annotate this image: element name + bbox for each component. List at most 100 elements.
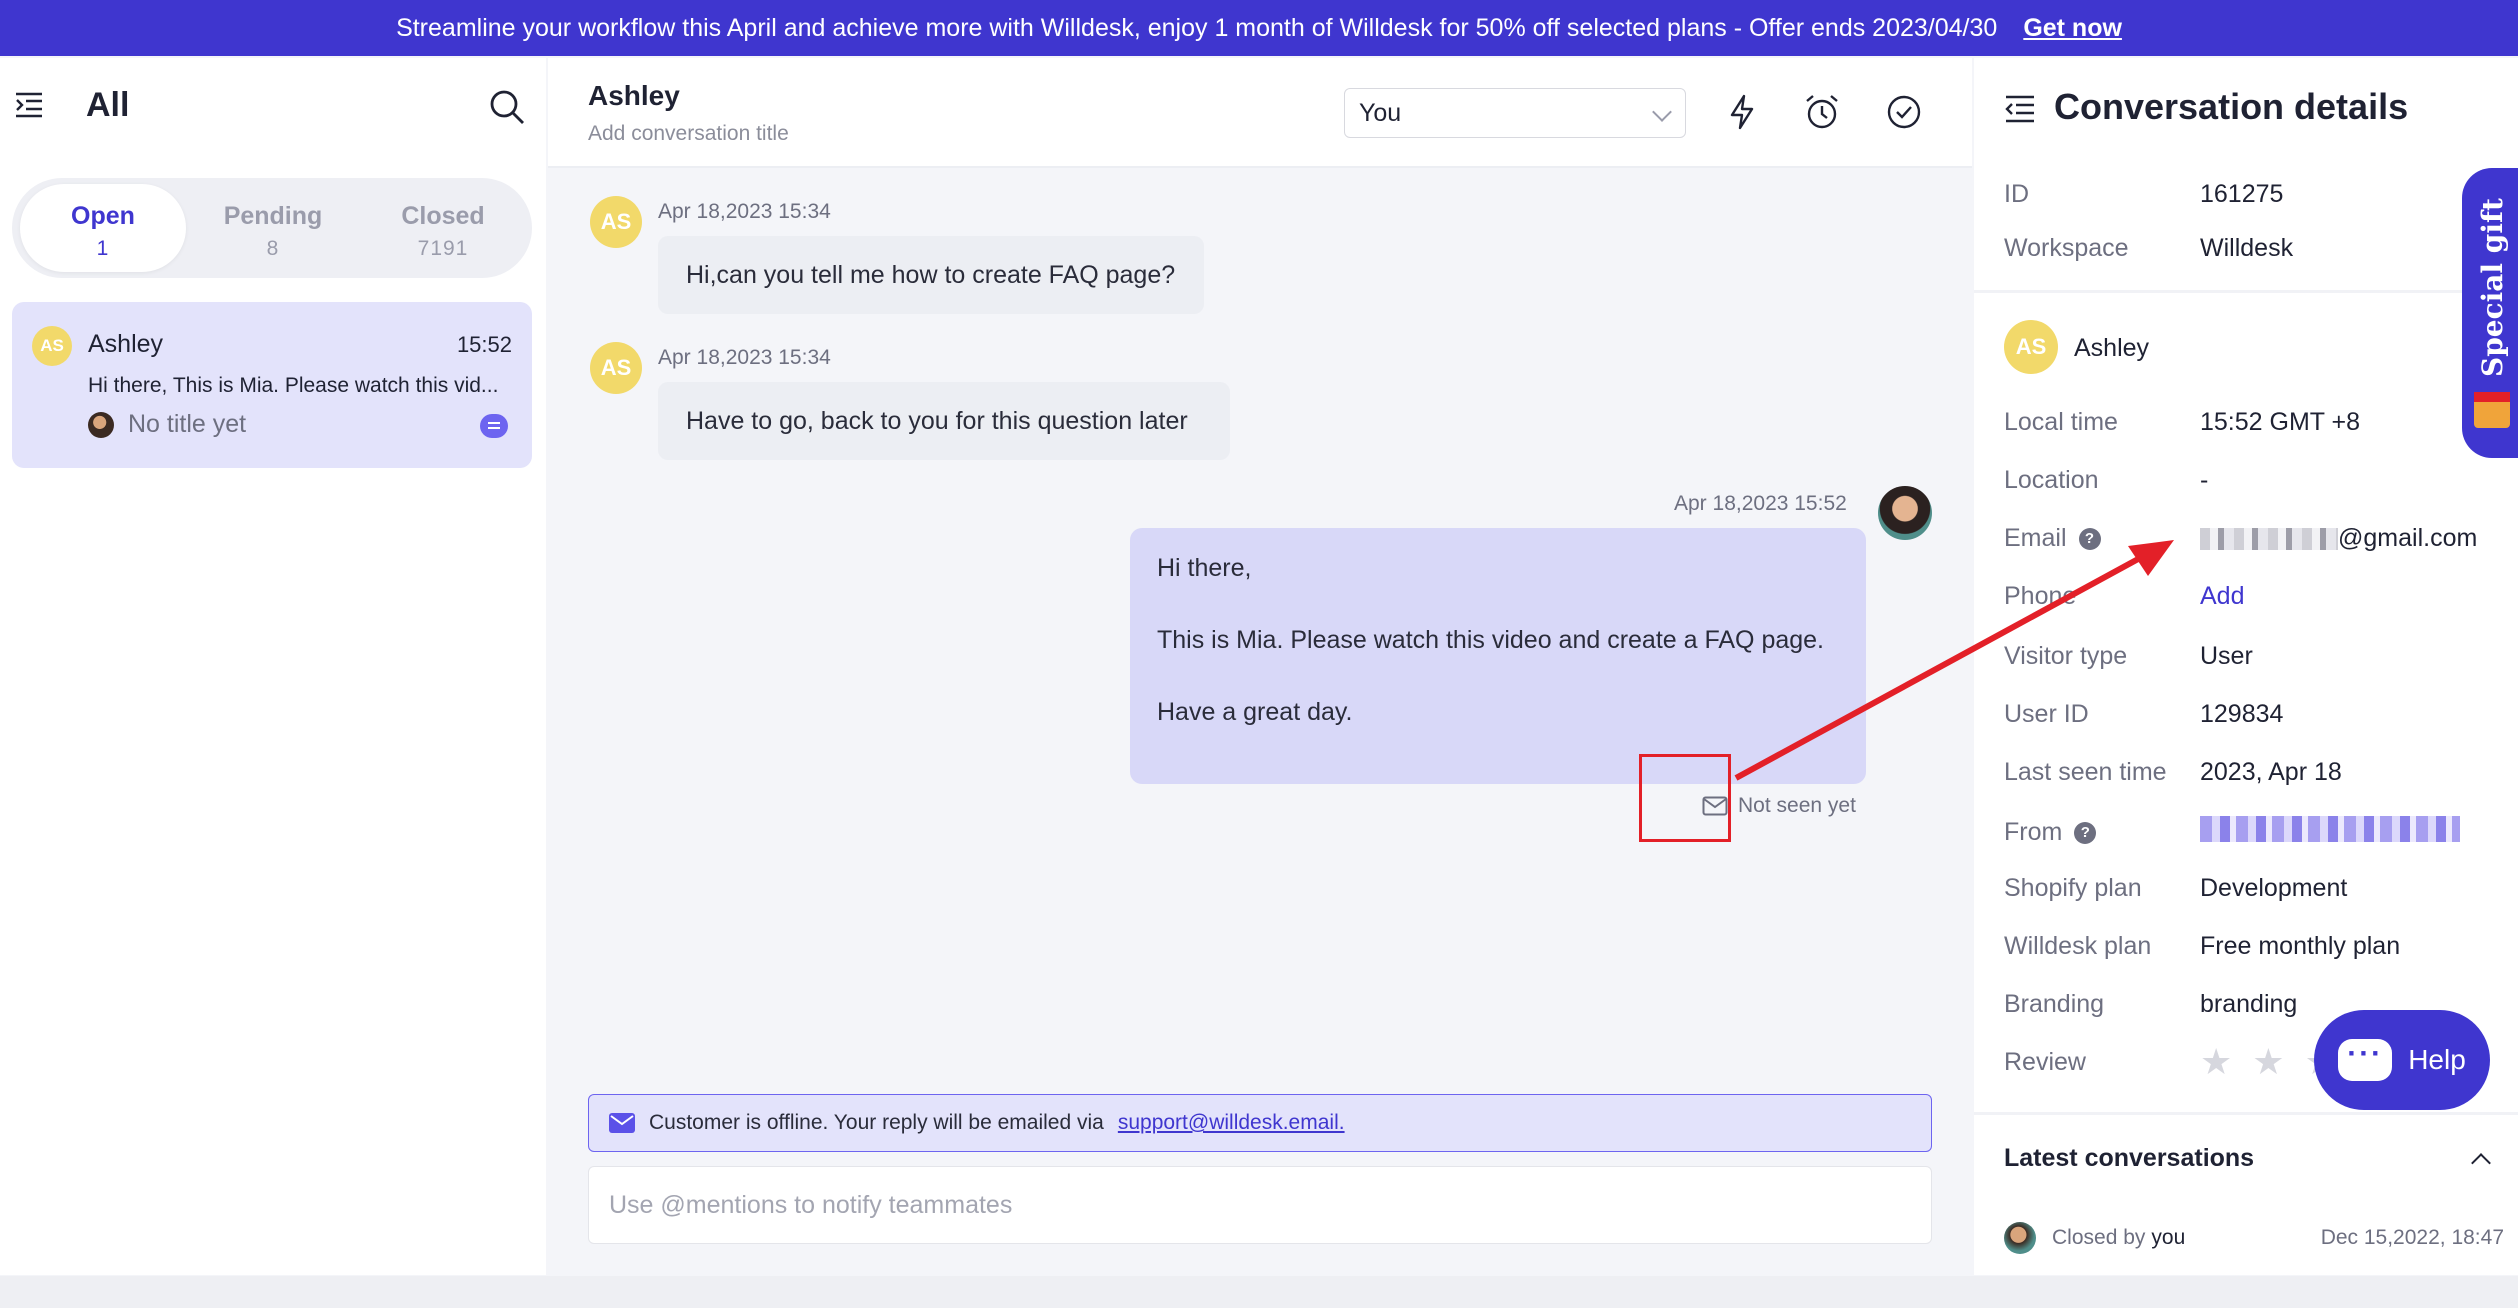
message-timestamp: Apr 18,2023 15:34 (658, 200, 831, 223)
help-button[interactable]: Help (2314, 1010, 2490, 1110)
chat-channel-icon (480, 414, 508, 438)
detail-email: Email? @gmail.com (2004, 524, 2477, 553)
detail-value: @gmail.com (2200, 524, 2477, 553)
add-phone-link[interactable]: Add (2200, 582, 2244, 611)
status-text: Not seen yet (1738, 794, 1856, 817)
tab-pending[interactable]: Pending 8 (190, 184, 356, 272)
help-label: Help (2408, 1044, 2466, 1075)
email-label: Email (2004, 524, 2067, 552)
detail-workspace: Workspace Willdesk (2004, 234, 2293, 263)
message-bubble: Have to go, back to you for this questio… (658, 382, 1230, 460)
message-bubble: Hi,can you tell me how to create FAQ pag… (658, 236, 1204, 314)
promo-banner: Streamline your workflow this April and … (0, 0, 2518, 56)
detail-label: Local time (2004, 408, 2118, 436)
detail-value: Willdesk (2200, 234, 2294, 262)
reply-input[interactable]: Use @mentions to notify teammates (588, 1166, 1932, 1244)
detail-value: 129834 (2200, 700, 2284, 728)
envelope-icon (609, 1113, 635, 1133)
detail-willdesk-plan: Willdesk plan Free monthly plan (2004, 932, 2400, 961)
search-icon[interactable] (488, 88, 526, 126)
redacted-email (2200, 528, 2338, 551)
user-name: Ashley (2074, 334, 2150, 362)
detail-value: 161275 (2200, 180, 2284, 208)
detail-shopify-plan: Shopify plan Development (2004, 874, 2347, 903)
gift-icon (2474, 391, 2510, 428)
detail-value: 2023, Apr 18 (2200, 758, 2342, 786)
detail-phone: Phone Add (2004, 582, 2244, 611)
chevron-up-icon[interactable] (2471, 1153, 2491, 1173)
tab-label: Open (71, 202, 135, 230)
chat-panel: Ashley Add conversation title You AS Apr… (548, 58, 1972, 1275)
closed-by: you (2151, 1226, 2186, 1249)
tab-closed[interactable]: Closed 7191 (360, 184, 526, 272)
detail-label: Location (2004, 466, 2099, 494)
chevron-down-icon (1652, 102, 1672, 122)
detail-local-time: Local time 15:52 GMT +8 (2004, 408, 2360, 437)
bottom-strip (0, 1276, 2518, 1308)
assignee-select[interactable]: You (1344, 88, 1686, 138)
special-gift-label: Special gift (2475, 198, 2509, 378)
detail-label: Workspace (2004, 234, 2129, 262)
chat-header: Ashley Add conversation title You (548, 58, 1972, 168)
get-now-link[interactable]: Get now (2023, 14, 2122, 43)
lightning-icon[interactable] (1722, 92, 1762, 132)
detail-visitor-type: Visitor type User (2004, 642, 2253, 671)
help-icon[interactable]: ? (2078, 527, 2101, 550)
help-icon[interactable]: ? (2074, 821, 2097, 844)
contact-name: Ashley (588, 80, 680, 111)
resolve-check-icon[interactable] (1884, 92, 1924, 132)
special-gift-tab[interactable]: Special gift (2462, 168, 2518, 458)
tab-label: Closed (401, 202, 485, 230)
detail-value (2200, 816, 2460, 849)
tab-count: 7191 (417, 237, 469, 260)
detail-label: From? (2004, 816, 2200, 849)
tab-count: 1 (96, 237, 110, 260)
latest-conversation-item[interactable]: Closed by you Dec 15,2022, 18:47 (2004, 1222, 2504, 1254)
promo-text: Streamline your workflow this April and … (396, 13, 1998, 42)
conversation-title-input[interactable]: Add conversation title (588, 122, 789, 146)
detail-label: ID (2004, 180, 2029, 208)
email-domain: @gmail.com (2338, 524, 2478, 552)
agent-avatar (1878, 486, 1932, 540)
conversation-name: Ashley (88, 330, 164, 358)
divider (1974, 290, 2518, 293)
detail-from: From? (2004, 816, 2460, 849)
detail-label: Shopify plan (2004, 874, 2142, 902)
detail-value: Free monthly plan (2200, 932, 2401, 960)
detail-label: Review (2004, 1048, 2086, 1076)
assignee-value: You (1359, 99, 1402, 127)
alarm-clock-icon[interactable] (1802, 92, 1842, 132)
detail-value: Development (2200, 874, 2348, 902)
star-icon[interactable]: ★ (2200, 1044, 2232, 1080)
offline-text: Customer is offline. Your reply will be … (649, 1111, 1104, 1134)
tab-count: 8 (266, 237, 280, 260)
inbox-title: All (86, 86, 130, 124)
offline-notice: Customer is offline. Your reply will be … (588, 1094, 1932, 1152)
avatar: AS (590, 342, 642, 394)
support-email-link[interactable]: support@willdesk.email. (1118, 1111, 1345, 1135)
star-icon[interactable]: ★ (2252, 1044, 2284, 1080)
agent-avatar (2004, 1222, 2036, 1254)
message-line: This is Mia. Please watch this video and… (1157, 626, 1825, 654)
details-title: Conversation details (2054, 86, 2409, 127)
redacted-source (2200, 816, 2460, 842)
status-tabs: Open 1 Pending 8 Closed 7191 (12, 178, 532, 278)
annotation-highlight-box (1639, 754, 1731, 842)
closed-status: Closed by (2052, 1226, 2146, 1249)
details-panel-icon[interactable] (2004, 94, 2036, 124)
divider (1974, 1112, 2518, 1115)
detail-label: Email? (2004, 524, 2200, 553)
menu-collapse-icon[interactable] (14, 90, 44, 120)
detail-label: User ID (2004, 700, 2089, 728)
conversation-item[interactable]: AS Ashley 15:52 Hi there, This is Mia. P… (12, 302, 532, 468)
from-label: From (2004, 818, 2063, 846)
detail-location: Location - (2004, 466, 2208, 495)
avatar: AS (32, 326, 72, 366)
agent-avatar (88, 412, 114, 438)
detail-label: Phone (2004, 582, 2077, 610)
tab-open[interactable]: Open 1 (20, 184, 186, 272)
message-line: Have a great day. (1157, 698, 1353, 726)
detail-value: User (2200, 642, 2253, 670)
tab-label: Pending (223, 202, 323, 230)
conversation-preview: Hi there, This is Mia. Please watch this… (88, 374, 499, 397)
